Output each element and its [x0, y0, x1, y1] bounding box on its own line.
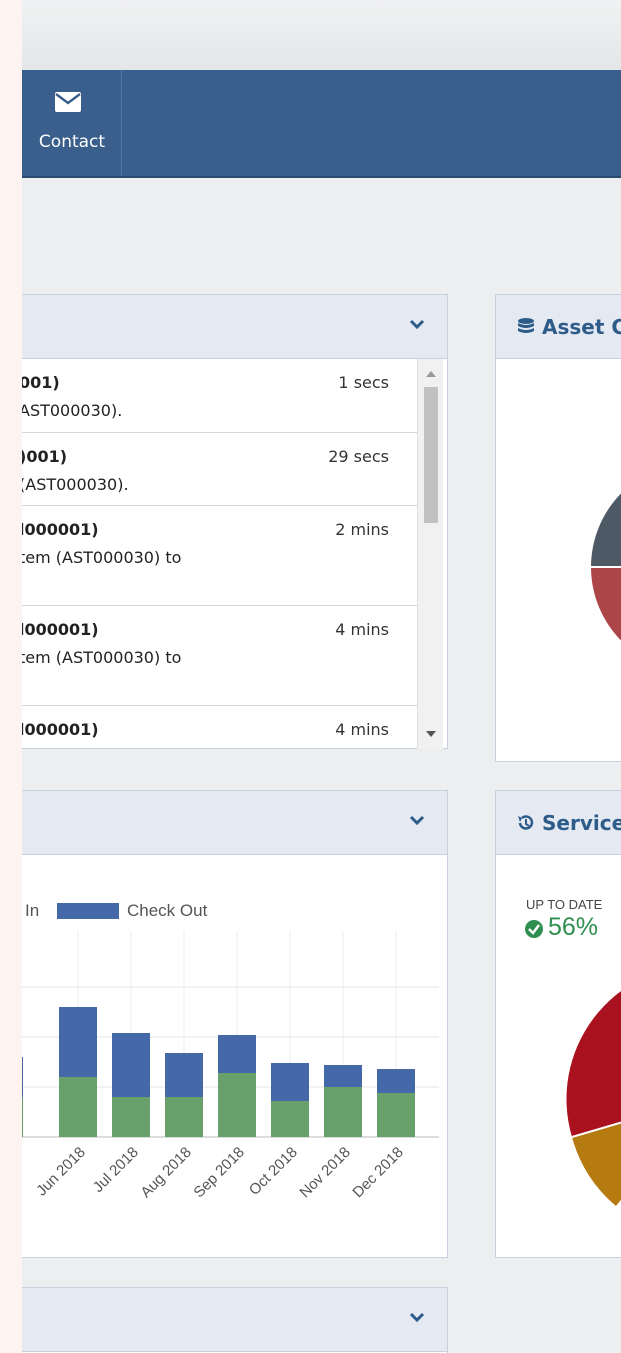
list-item[interactable]: )001) (AST000030). 29 secs [22, 433, 417, 506]
chart-bar-partial-out [22, 1057, 23, 1097]
chevron-down-icon[interactable] [409, 1310, 425, 1326]
activity-time: 4 mins [335, 720, 389, 739]
chart-bar-check-in [271, 1101, 309, 1137]
chart-bar-check-out [377, 1069, 415, 1093]
chart-bar-check-out [218, 1035, 256, 1073]
chart-bar-check-in [112, 1097, 150, 1137]
chart-tick-label: Aug 2018 [137, 1144, 194, 1201]
activity-user: 001) [22, 373, 60, 392]
chart-bar-check-in [165, 1097, 203, 1137]
activity-scrollbar[interactable] [417, 359, 443, 749]
chart-bar-check-out [112, 1033, 150, 1097]
asset-panel-title-wrap: Asset C [516, 315, 621, 339]
chart-bar-check-in [377, 1093, 415, 1137]
service-panel-header: Service [496, 791, 621, 855]
chart-tick-label: Jul 2018 [90, 1144, 142, 1196]
chart-tick-label: Oct 2018 [246, 1144, 301, 1199]
activity-description: tem (AST000030) to [22, 548, 182, 567]
service-panel-title: Service [542, 811, 621, 835]
checkinout-bar-chart: Jun 2018 Jul 2018Aug 2018Sep 2018Oct 2018… [22, 931, 439, 1201]
activity-time: 2 mins [335, 520, 389, 539]
activity-list[interactable]: 001) AST000030). 1 secs )001) (AST000030… [22, 359, 417, 749]
service-pie-chart [566, 991, 621, 1206]
top-bar [22, 0, 621, 70]
chart-bar-check-in [218, 1073, 256, 1137]
list-item[interactable]: 001) AST000030). 1 secs [22, 359, 417, 433]
asset-pie-slice-red [591, 567, 621, 641]
asset-panel-header: Asset C [496, 295, 621, 359]
legend-label-check-out: Check Out [127, 901, 208, 920]
check-circle-icon [525, 920, 543, 938]
asset-pie-chart [591, 493, 621, 641]
checkinout-panel: In Check Out Jun 2018 Jul 2018 Aug 2018 Sep… [22, 790, 448, 1258]
checkinout-panel-header [22, 791, 447, 855]
activity-panel-header [22, 295, 447, 359]
scroll-thumb[interactable] [424, 387, 438, 523]
history-icon [518, 815, 534, 830]
service-pie-slice-red [566, 991, 621, 1137]
chevron-down-icon[interactable] [409, 813, 425, 829]
activity-description: (AST000030). [22, 475, 129, 494]
envelope-icon [55, 92, 81, 112]
main-navbar: Contact [22, 70, 621, 178]
bottom-panel-header [22, 1288, 447, 1352]
asset-panel-title: Asset C [542, 315, 621, 339]
activity-panel: 001) AST000030). 1 secs )001) (AST000030… [22, 294, 448, 749]
scroll-down-icon[interactable] [426, 731, 436, 737]
asset-panel: Asset C [495, 294, 621, 762]
chart-bar-check-out [165, 1053, 203, 1097]
service-panel: Service UP TO DATE 56% [495, 790, 621, 1258]
service-status-label: UP TO DATE [526, 897, 603, 912]
nav-contact-label: Contact [38, 132, 106, 152]
chart-bar-check-out [59, 1007, 97, 1077]
scroll-up-icon[interactable] [426, 371, 436, 377]
chart-bar-check-in [324, 1087, 362, 1137]
activity-user: l000001) [22, 620, 99, 639]
service-status-value: 56% [548, 913, 599, 941]
chart-tick-label: Nov 2018 [296, 1144, 353, 1201]
chart-bar-check-in [59, 1077, 97, 1137]
activity-time: 1 secs [338, 373, 389, 392]
database-icon [518, 318, 534, 333]
chart-tick-label: Sep 2018 [190, 1144, 247, 1201]
app-window: Contact 001) AST000030). 1 secs )001) (A… [22, 0, 621, 1353]
bottom-panel [22, 1287, 448, 1353]
activity-description: tem (AST000030) to [22, 648, 182, 667]
chart-bar-check-out [271, 1063, 309, 1101]
activity-description: AST000030). [22, 401, 123, 420]
service-panel-title-wrap: Service [516, 811, 621, 835]
asset-pie-slice-dark [591, 493, 621, 567]
activity-time: 29 secs [328, 447, 389, 466]
chart-tick-label: Dec 2018 [349, 1144, 406, 1201]
activity-user: l000001) [22, 720, 99, 739]
chart-bar-partial-in [22, 1097, 23, 1137]
list-item[interactable]: l000001) tem (AST000030) to 4 mins [22, 606, 417, 706]
activity-user: )001) [22, 447, 68, 466]
list-item[interactable]: l000001) 4 mins [22, 706, 417, 749]
legend-swatch-check-out [57, 903, 119, 919]
activity-user: l000001) [22, 520, 99, 539]
chart-tick-label: Jun 2018 [33, 1144, 89, 1200]
legend-label-in: In [25, 901, 40, 920]
nav-contact[interactable]: Contact [22, 70, 122, 176]
chart-bar-check-out [324, 1065, 362, 1087]
chevron-down-icon[interactable] [409, 317, 425, 333]
list-item[interactable]: l000001) tem (AST000030) to 2 mins [22, 506, 417, 606]
activity-time: 4 mins [335, 620, 389, 639]
